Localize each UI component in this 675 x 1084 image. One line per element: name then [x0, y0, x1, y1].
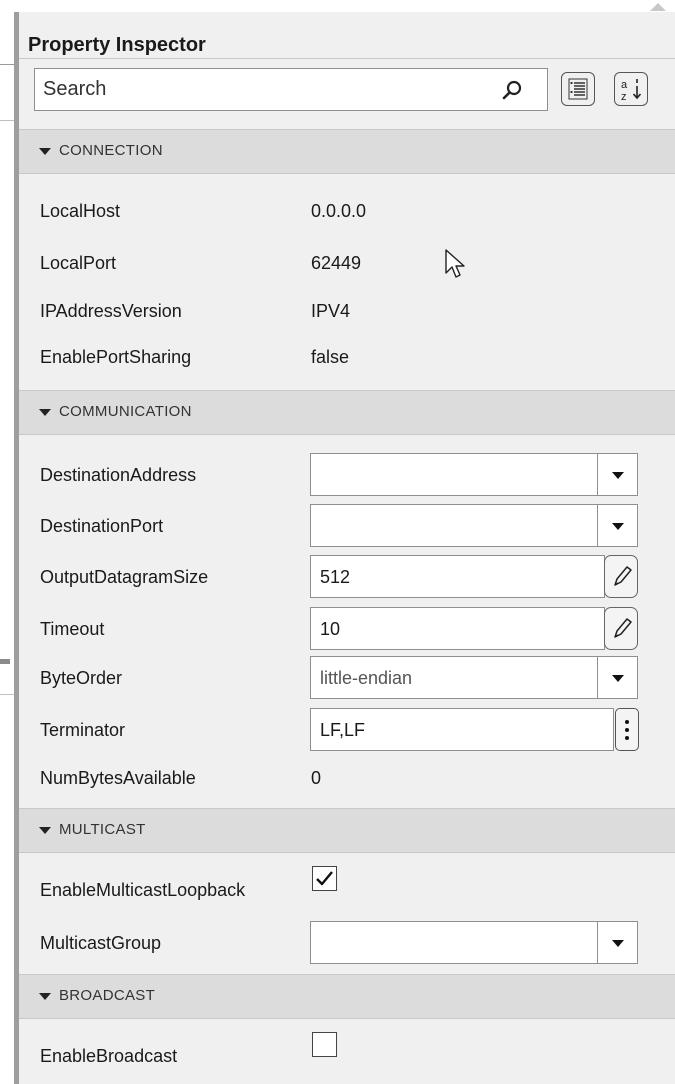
prop-value-enableportsharing: false: [311, 347, 350, 367]
svg-text:a: a: [621, 79, 628, 91]
top-strip: [0, 0, 675, 12]
scroll-up-arrow-icon[interactable]: [650, 3, 666, 11]
svg-text:z: z: [621, 91, 627, 103]
prop-label-terminator: Terminator: [40, 720, 126, 740]
section-header-communication[interactable]: COMMUNICATION: [19, 390, 675, 435]
pane-divider-line: [0, 64, 14, 65]
field-value: LF,LF: [320, 720, 366, 740]
collapse-arrow-icon[interactable]: [39, 148, 51, 155]
destinationport-dropdown[interactable]: [310, 504, 638, 547]
pencil-icon: [614, 566, 632, 586]
prop-label-destinationaddress: DestinationAddress: [40, 465, 197, 485]
dropdown-divider: [597, 505, 598, 546]
mouse-cursor-icon: [445, 249, 465, 278]
prop-label-multicastgroup: MulticastGroup: [40, 933, 162, 953]
prop-label-enablemulticastloopback: EnableMulticastLoopback: [40, 880, 246, 900]
more-dot-icon: [625, 728, 629, 732]
prop-label-numbytesavailable: NumBytesAvailable: [40, 768, 196, 788]
enablemulticastloopback-checkbox[interactable]: [312, 866, 337, 891]
panel-title-bar: Property Inspector: [19, 12, 675, 58]
field-value: 512: [320, 567, 351, 587]
edit-timeout-button[interactable]: [604, 607, 638, 650]
prop-label-localhost: LocalHost: [40, 201, 121, 221]
timeout-field[interactable]: 10: [310, 607, 605, 650]
pane-divider-line: [0, 694, 14, 695]
panel-title: Property Inspector: [28, 34, 206, 56]
search-icon[interactable]: [501, 79, 523, 101]
section-title: COMMUNICATION: [59, 403, 192, 420]
prop-label-enablebroadcast: EnableBroadcast: [40, 1046, 178, 1066]
search-box[interactable]: [34, 68, 548, 111]
chevron-down-icon[interactable]: [612, 675, 624, 682]
collapse-arrow-icon[interactable]: [39, 827, 51, 834]
section-header-multicast[interactable]: MULTICAST: [19, 808, 675, 853]
prop-label-outputdatagramsize: OutputDatagramSize: [40, 567, 209, 587]
multicastgroup-dropdown[interactable]: [310, 921, 638, 964]
section-title: CONNECTION: [59, 142, 163, 159]
section-header-connection[interactable]: CONNECTION: [19, 129, 675, 174]
dropdown-divider: [597, 922, 598, 963]
adjacent-pane-edge: [0, 12, 14, 1084]
edit-outputdatagramsize-button[interactable]: [604, 555, 638, 598]
chevron-down-icon[interactable]: [612, 523, 624, 530]
outputdatagramsize-field[interactable]: 512: [310, 555, 605, 598]
pane-divider-tick: [0, 659, 10, 664]
title-divider: [19, 58, 675, 59]
list-categorized-icon: [568, 78, 588, 100]
dropdown-divider: [597, 657, 598, 698]
more-dot-icon: [625, 736, 629, 740]
sort-alphabetical-icon: a z: [621, 79, 642, 103]
property-inspector-panel: Property Inspector a z: [19, 12, 675, 1084]
collapse-arrow-icon[interactable]: [39, 993, 51, 1000]
alphabetical-view-button[interactable]: a z: [614, 72, 648, 106]
dropdown-value: little-endian: [320, 668, 413, 688]
prop-value-localhost: 0.0.0.0: [311, 201, 367, 221]
collapse-arrow-icon[interactable]: [39, 409, 51, 416]
terminator-more-button[interactable]: [615, 708, 639, 751]
prop-label-byteorder: ByteOrder: [40, 668, 123, 688]
pencil-icon: [614, 618, 632, 638]
prop-value-localport: 62449: [311, 253, 362, 273]
prop-value-ipaddressversion: IPV4: [311, 301, 351, 321]
terminator-field[interactable]: LF,LF: [310, 708, 614, 751]
section-title: BROADCAST: [59, 987, 156, 1004]
destinationaddress-dropdown[interactable]: [310, 453, 638, 496]
chevron-down-icon[interactable]: [612, 940, 624, 947]
section-header-broadcast[interactable]: BROADCAST: [19, 974, 675, 1019]
pane-divider-line: [0, 120, 14, 121]
chevron-down-icon[interactable]: [612, 472, 624, 479]
field-value: 10: [320, 619, 341, 639]
byteorder-dropdown[interactable]: little-endian: [310, 656, 638, 699]
dropdown-divider: [597, 454, 598, 495]
checkmark-icon: [316, 871, 333, 886]
prop-label-timeout: Timeout: [40, 619, 105, 639]
prop-label-destinationport: DestinationPort: [40, 516, 164, 536]
prop-value-numbytesavailable: 0: [311, 768, 322, 788]
more-dot-icon: [625, 720, 629, 724]
section-title: MULTICAST: [59, 821, 146, 838]
prop-label-localport: LocalPort: [40, 253, 117, 273]
prop-label-ipaddressversion: IPAddressVersion: [40, 301, 182, 321]
search-input[interactable]: [43, 74, 483, 104]
categorized-view-button[interactable]: [561, 72, 595, 106]
prop-label-enableportsharing: EnablePortSharing: [40, 347, 192, 367]
enablebroadcast-checkbox[interactable]: [312, 1032, 337, 1057]
